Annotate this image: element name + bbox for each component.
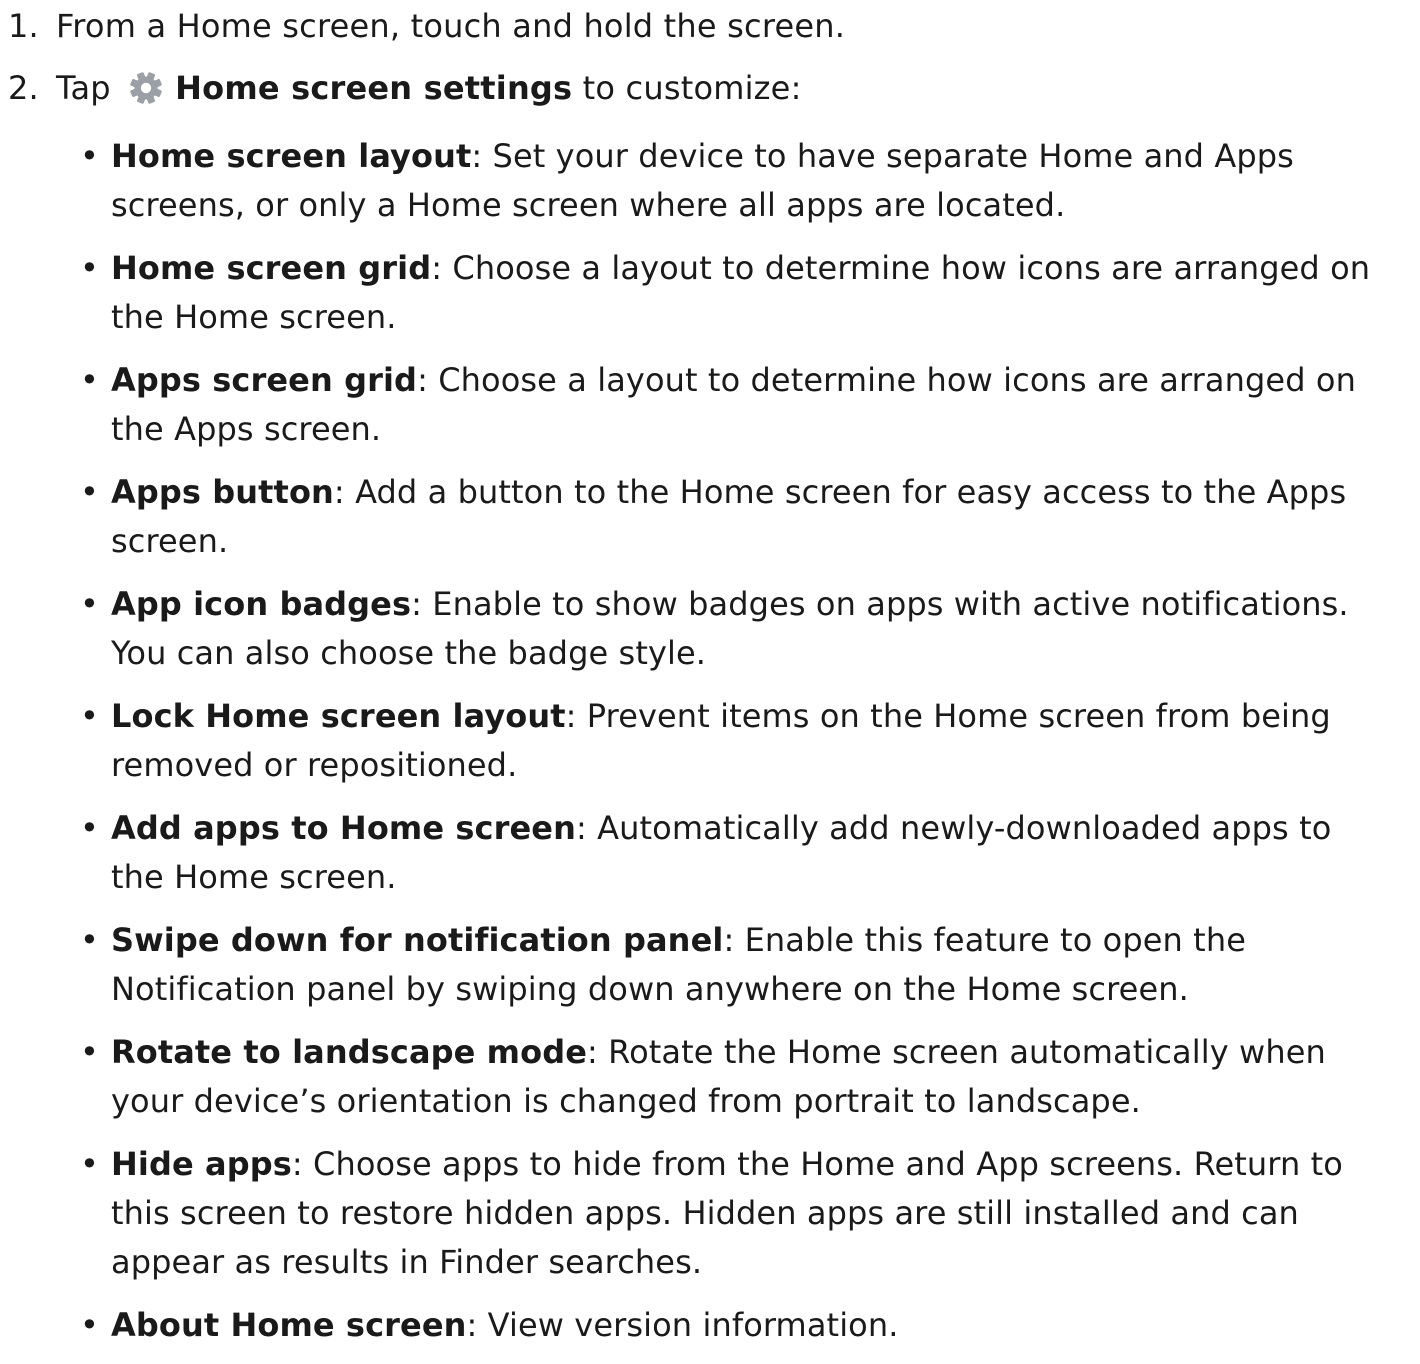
- option-term: Lock Home screen layout: [111, 697, 566, 735]
- bullet-icon: •: [80, 1145, 99, 1183]
- list-item: • Home screen grid: Choose a layout to de…: [80, 244, 1380, 342]
- step-2: 2. Tap Home screen settings to customize:: [8, 68, 802, 108]
- option-term: Home screen grid: [111, 249, 432, 287]
- gear-icon: [130, 72, 162, 104]
- list-item: • Apps button: Add a button to the Home s…: [80, 468, 1380, 566]
- step-number: 1.: [8, 7, 39, 45]
- option-description: : Choose apps to hide from the Home and …: [111, 1145, 1343, 1281]
- bullet-icon: •: [80, 809, 99, 847]
- settings-label: Home screen settings: [175, 69, 573, 107]
- step-text-after: to customize:: [582, 69, 802, 107]
- option-term: Hide apps: [111, 1145, 292, 1183]
- bullet-icon: •: [80, 1306, 99, 1344]
- list-item: • Lock Home screen layout: Prevent items …: [80, 692, 1380, 790]
- bullet-icon: •: [80, 473, 99, 511]
- bullet-icon: •: [80, 137, 99, 175]
- bullet-icon: •: [80, 361, 99, 399]
- option-description: : View version information.: [466, 1306, 899, 1344]
- step-number: 2.: [8, 69, 39, 107]
- list-item: • Hide apps: Choose apps to hide from the…: [80, 1140, 1380, 1287]
- bullet-icon: •: [80, 249, 99, 287]
- instructions-document: 1. From a Home screen, touch and hold the…: [0, 0, 1420, 1344]
- bullet-icon: •: [80, 585, 99, 623]
- option-term: Rotate to landscape mode: [111, 1033, 588, 1071]
- step-text-before: Tap: [56, 69, 111, 107]
- option-term: Swipe down for notification panel: [111, 921, 724, 959]
- settings-options-list: • Home screen layout: Set your device to …: [80, 132, 1380, 1364]
- step-text: From a Home screen, touch and hold the s…: [56, 7, 846, 45]
- option-term: Apps screen grid: [111, 361, 418, 399]
- list-item: • About Home screen: View version informa…: [80, 1301, 1380, 1350]
- bullet-icon: •: [80, 1033, 99, 1071]
- option-term: App icon badges: [111, 585, 412, 623]
- option-term: About Home screen: [111, 1306, 467, 1344]
- list-item: • Rotate to landscape mode: Rotate the Ho…: [80, 1028, 1380, 1126]
- option-term: Add apps to Home screen: [111, 809, 576, 847]
- list-item: • App icon badges: Enable to show badges …: [80, 580, 1380, 678]
- option-term: Home screen layout: [111, 137, 472, 175]
- option-term: Apps button: [111, 473, 334, 511]
- step-1: 1. From a Home screen, touch and hold the…: [8, 6, 845, 46]
- bullet-icon: •: [80, 697, 99, 735]
- list-item: • Add apps to Home screen: Automatically …: [80, 804, 1380, 902]
- list-item: • Home screen layout: Set your device to …: [80, 132, 1380, 230]
- bullet-icon: •: [80, 921, 99, 959]
- list-item: • Apps screen grid: Choose a layout to de…: [80, 356, 1380, 454]
- list-item: • Swipe down for notification panel: Enab…: [80, 916, 1380, 1014]
